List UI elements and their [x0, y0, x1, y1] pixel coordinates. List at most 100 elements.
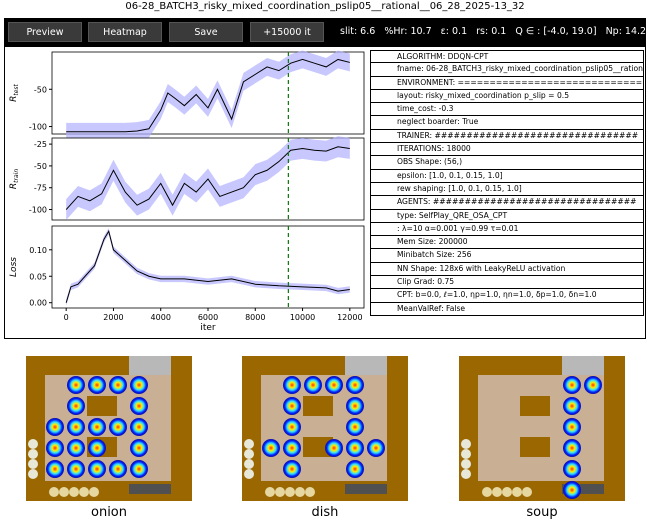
- y-tick-label: -25: [34, 140, 47, 149]
- dish-dispenser: [244, 459, 254, 469]
- dish-dispenser: [244, 439, 254, 449]
- param-row: epsilon: [1.0, 0.1, 0.15, 1.0]: [370, 169, 644, 183]
- onion-dispenser: [305, 487, 315, 497]
- onion-dispenser: [285, 487, 295, 497]
- heat-blob: [283, 397, 301, 415]
- onion-dispenser: [79, 487, 89, 497]
- serving-station: [345, 484, 387, 494]
- heat-blob: [130, 397, 148, 415]
- pot-station: [345, 356, 387, 375]
- param-row: layout: risky_mixed_coordination p_slip …: [370, 89, 644, 104]
- heat-blob: [283, 460, 301, 478]
- param-row: NN Shape: 128x6 with LeakyReLU activatio…: [370, 262, 644, 277]
- heat-blob: [67, 397, 85, 415]
- param-row: ITERATIONS: 18000: [370, 143, 644, 157]
- heat-blob: [88, 439, 106, 457]
- param-row: time_cost: -0.3: [370, 103, 644, 117]
- param-row: AGENTS: ################################: [370, 196, 644, 210]
- param-row: ENVIRONMENT: ===========================…: [370, 76, 644, 90]
- y-tick-label: -100: [29, 123, 47, 132]
- x-tick-label: 4000: [151, 313, 171, 322]
- y-axis-label: Rtrain: [9, 169, 20, 189]
- param-row: fname: 06-28_BATCH3_risky_mixed_coordina…: [370, 63, 644, 77]
- param-row: rew shaping: [1.0, 0.1, 0.15, 1.0]: [370, 182, 644, 197]
- y-tick-label: -100: [29, 206, 47, 215]
- counter-block: [87, 396, 117, 416]
- heat-blob: [346, 376, 364, 394]
- heat-blob: [130, 460, 148, 478]
- dish-dispenser: [461, 449, 471, 459]
- save-button[interactable]: Save: [169, 22, 243, 42]
- dish-dispenser: [244, 469, 254, 479]
- param-row: Clip Grad: 0.75: [370, 276, 644, 290]
- heat-blob: [584, 376, 602, 394]
- floor-area: [261, 375, 387, 481]
- onion-label: onion: [91, 505, 127, 520]
- dish-dispenser: [461, 439, 471, 449]
- heat-blob: [325, 376, 343, 394]
- heat-blob: [130, 418, 148, 436]
- param-row: MeanValRef: False: [370, 302, 644, 316]
- y-tick-label: -75: [34, 184, 47, 193]
- param-row: type: SelfPlay_QRE_OSA_CPT: [370, 209, 644, 223]
- counter-block: [303, 396, 333, 416]
- onion-dispenser: [492, 487, 502, 497]
- heat-blob: [109, 460, 127, 478]
- add-iterations-button[interactable]: +15000 it: [250, 22, 324, 42]
- toolbar: Preview Heatmap Save +15000 it slit: 6.6…: [4, 18, 646, 46]
- preview-button[interactable]: Preview: [8, 22, 82, 42]
- heat-blob: [109, 418, 127, 436]
- param-row: OBS Shape: (56,): [370, 156, 644, 170]
- heat-blob: [109, 376, 127, 394]
- onion-dispenser: [89, 487, 99, 497]
- heatmap-button[interactable]: Heatmap: [88, 22, 162, 42]
- plot-axes: [51, 225, 365, 309]
- y-axis-label: Loss: [9, 257, 19, 277]
- serving-station: [129, 484, 171, 494]
- counter-block: [520, 396, 550, 416]
- heat-blob: [283, 418, 301, 436]
- heat-blob: [88, 460, 106, 478]
- dish-dispenser: [461, 469, 471, 479]
- y-tick-label: 0.00: [29, 299, 47, 308]
- soup-heatmap-panel: [459, 356, 625, 501]
- dish-dispenser: [244, 449, 254, 459]
- y-axis-label: Rtest: [9, 83, 20, 101]
- heat-blob: [88, 418, 106, 436]
- heat-blob: [346, 460, 364, 478]
- heat-blob: [563, 481, 581, 499]
- stat-eps: ε: 0.1: [440, 26, 468, 37]
- x-axis-label: iter: [200, 323, 216, 333]
- heat-blob: [46, 439, 64, 457]
- pot-station: [562, 356, 604, 375]
- dish-heatmap-panel: [242, 356, 408, 501]
- dish-dispenser: [28, 449, 38, 459]
- heat-blob: [130, 376, 148, 394]
- soup-label: soup: [526, 505, 558, 520]
- onion-dispenser: [265, 487, 275, 497]
- y-tick-label: -50: [34, 85, 47, 94]
- stat-np: Np: 14.2: [605, 26, 647, 37]
- heat-blob: [88, 376, 106, 394]
- heat-blob: [325, 439, 343, 457]
- onion-dispenser: [69, 487, 79, 497]
- stat-slit: slit: 6.6: [340, 26, 376, 37]
- heat-blob: [346, 397, 364, 415]
- x-tick-label: 0: [64, 313, 69, 322]
- param-row: Minibatch Size: 256: [370, 249, 644, 263]
- param-row: : λ=10 α=0.001 γ=0.99 τ=0.01: [370, 222, 644, 237]
- onion-dispenser: [512, 487, 522, 497]
- param-row: neglect boarder: True: [370, 116, 644, 130]
- heat-blob: [130, 439, 148, 457]
- x-tick-label: 8000: [245, 313, 265, 322]
- onion-dispenser: [275, 487, 285, 497]
- heat-blob: [46, 460, 64, 478]
- y-tick-label: 0.10: [29, 246, 47, 255]
- stat-hr: %Hr: 10.7: [384, 26, 432, 37]
- onion-heatmap-panel: [26, 356, 192, 501]
- onion-dispenser: [502, 487, 512, 497]
- heat-blob: [262, 439, 280, 457]
- param-row: ALGORITHM: DDQN-CPT: [370, 50, 644, 64]
- heat-blob: [283, 376, 301, 394]
- heat-blob: [346, 418, 364, 436]
